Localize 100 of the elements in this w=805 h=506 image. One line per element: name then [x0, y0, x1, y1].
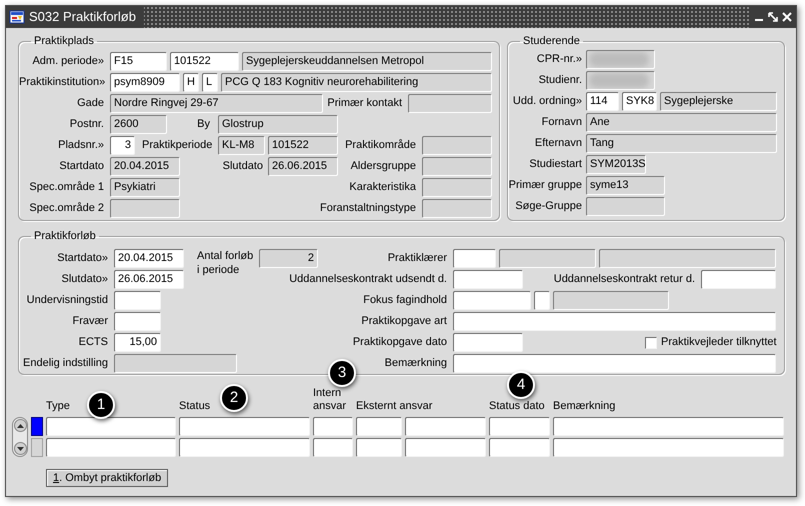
grid-cell-field[interactable]: [489, 438, 550, 457]
text-field[interactable]: 3: [110, 136, 135, 155]
text-field[interactable]: [422, 178, 492, 197]
column-header: Eksternt ansvar: [356, 400, 432, 412]
field-label: Fravær: [72, 314, 108, 330]
action-button[interactable]: 1. Ombyt praktikforløb: [46, 469, 168, 487]
text-field[interactable]: L: [202, 73, 218, 92]
text-field[interactable]: [586, 197, 665, 216]
checkbox[interactable]: [645, 336, 657, 348]
field-label: Endelig indstilling: [22, 356, 108, 372]
text-field[interactable]: [110, 199, 180, 218]
text-field[interactable]: KL-M8: [218, 136, 265, 155]
text-field[interactable]: [599, 249, 776, 268]
text-field[interactable]: 2600: [110, 115, 167, 134]
field-label: ECTS: [78, 335, 108, 350]
text-field[interactable]: SYM2013S: [586, 155, 646, 174]
column-header: Bemærkning: [553, 400, 616, 412]
field-label: Primær gruppe: [508, 178, 582, 194]
up-arrow-icon: [16, 424, 24, 428]
scroll-up-button[interactable]: [14, 419, 26, 432]
text-field[interactable]: 26.06.2015: [114, 270, 184, 289]
field-label: By: [196, 117, 210, 132]
field-label: Aldersgruppe: [350, 159, 416, 174]
field-label: Uddannelseskontrakt retur d.: [552, 272, 695, 288]
restore-icon[interactable]: [768, 12, 778, 22]
text-field[interactable]: 20.04.2015: [114, 249, 184, 268]
record-marker[interactable]: [31, 438, 43, 457]
text-field[interactable]: H: [183, 73, 199, 92]
grid-cell-field[interactable]: [313, 417, 353, 436]
text-field[interactable]: [586, 71, 655, 90]
grid-cell-field[interactable]: [179, 417, 310, 436]
scroll-down-button[interactable]: [14, 442, 26, 455]
text-field[interactable]: PCG Q 183 Kognitiv neurorehabilitering: [221, 73, 492, 92]
grid-cell-field[interactable]: [405, 417, 486, 436]
text-field[interactable]: Ane: [586, 113, 777, 132]
field-label: Praktikvejleder tilknyttet: [661, 335, 777, 350]
text-field[interactable]: 114: [586, 92, 619, 111]
column-header: Type: [46, 400, 70, 412]
text-field[interactable]: [453, 354, 776, 373]
text-field[interactable]: [422, 199, 492, 218]
field-label: Uddannelseskontrakt udsendt d.: [288, 272, 447, 288]
field-label: Praktikområde: [344, 138, 416, 154]
grid-cell-field[interactable]: [313, 438, 353, 457]
text-field[interactable]: Tang: [586, 134, 777, 153]
text-field[interactable]: [453, 291, 531, 310]
text-field[interactable]: 2: [259, 249, 318, 268]
text-field[interactable]: Sygeplejerskeuddannelsen Metropol: [242, 52, 492, 71]
close-icon[interactable]: [782, 12, 792, 22]
text-field[interactable]: [453, 270, 523, 289]
field-label: Startdato»: [56, 251, 108, 266]
text-field[interactable]: Glostrup: [218, 115, 338, 134]
field-label: Postnr.: [68, 117, 104, 132]
callout-number: 1: [87, 391, 115, 419]
grid-cell-field[interactable]: [179, 438, 310, 457]
text-field[interactable]: [114, 354, 237, 373]
column-header: Intern ansvar: [313, 386, 348, 412]
record-marker[interactable]: [31, 417, 43, 436]
group-title: Praktikplads: [33, 35, 95, 48]
field-label: CPR-nr.»: [536, 52, 582, 68]
text-field[interactable]: 101522: [268, 136, 338, 155]
grid-cell-field[interactable]: [46, 438, 176, 457]
grid-cell-field[interactable]: [489, 417, 550, 436]
group-title: Praktikforløb: [33, 230, 97, 243]
text-field[interactable]: [453, 249, 496, 268]
field-label: Primær kontakt: [326, 96, 402, 112]
text-field[interactable]: [499, 249, 596, 268]
field-label: Bemærkning: [384, 356, 447, 372]
text-field[interactable]: [114, 312, 161, 331]
text-field[interactable]: [453, 333, 523, 352]
text-field[interactable]: [453, 312, 776, 331]
text-field[interactable]: [586, 50, 655, 69]
text-field[interactable]: 26.06.2015: [268, 157, 338, 176]
text-field[interactable]: [408, 94, 492, 113]
text-field[interactable]: psym8909: [110, 73, 180, 92]
field-label: Studiestart: [528, 157, 582, 172]
text-field[interactable]: F15: [110, 52, 167, 71]
grid-cell-field[interactable]: [356, 417, 402, 436]
field-label: Pladsnr.»: [57, 138, 104, 154]
text-field[interactable]: Sygeplejerske: [660, 92, 777, 111]
text-field[interactable]: 20.04.2015: [110, 157, 180, 176]
text-field[interactable]: [534, 291, 550, 310]
text-field[interactable]: Psykiatri: [110, 178, 180, 197]
text-field[interactable]: Nordre Ringvej 29-67: [110, 94, 323, 113]
field-label: Fornavn: [540, 115, 582, 130]
grid-cell-field[interactable]: [553, 417, 784, 436]
text-field[interactable]: SYK8: [622, 92, 657, 111]
text-field[interactable]: [422, 136, 492, 155]
grid-cell-field[interactable]: [356, 438, 402, 457]
grid-cell-field[interactable]: [405, 438, 486, 457]
text-field[interactable]: [114, 291, 161, 310]
grid-cell-field[interactable]: [553, 438, 784, 457]
text-field[interactable]: [701, 270, 776, 289]
text-field[interactable]: [422, 157, 492, 176]
grid-cell-field[interactable]: [46, 417, 176, 436]
text-field[interactable]: [553, 291, 669, 310]
text-field[interactable]: 15,00: [114, 333, 161, 352]
group-title: Studerende: [522, 35, 581, 48]
field-label: Fokus fagindhold: [362, 293, 447, 308]
text-field[interactable]: syme13: [586, 176, 665, 195]
text-field[interactable]: 101522: [170, 52, 239, 71]
